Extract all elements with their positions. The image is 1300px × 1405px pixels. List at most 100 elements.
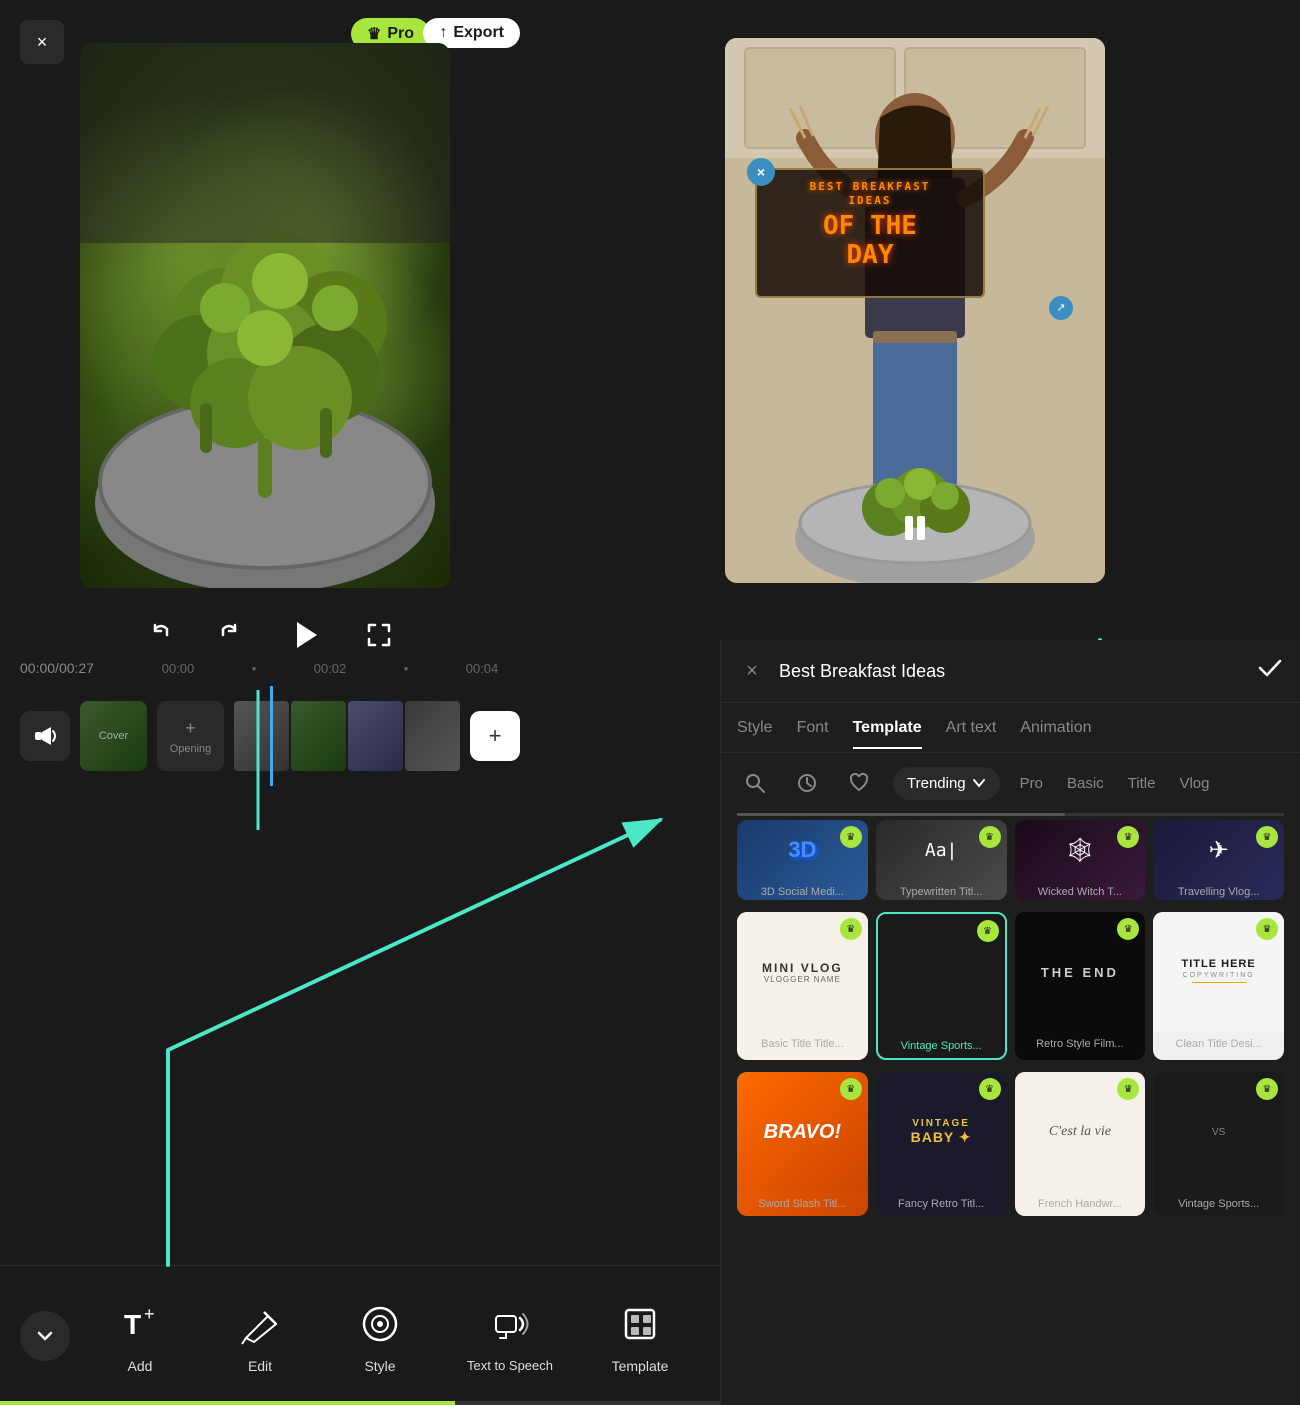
right-video-preview: BEST BREAKFAST IDEAS OF THE DAY × ↗ <box>725 38 1105 583</box>
toolbar-item-add[interactable]: T + Add <box>80 1288 200 1384</box>
tab-template[interactable]: Template <box>853 707 922 749</box>
pause-icon <box>897 510 933 546</box>
template-label: Template <box>612 1358 669 1374</box>
add-clip-button[interactable]: + <box>470 711 520 761</box>
tab-art-text[interactable]: Art text <box>946 707 997 749</box>
pro-filter-tag[interactable]: Pro <box>1016 767 1047 800</box>
tab-animation[interactable]: Animation <box>1020 707 1091 749</box>
toolbar-progress-fill <box>0 1401 455 1405</box>
editor-area: × ♛ Pro ↑ Export <box>0 0 1300 620</box>
template-row-3: BRAVO! ♛ Sword Slash Titl... VINTAGE BAB… <box>721 1068 1300 1224</box>
text-edit-panel: × Style Font Template Art text Animation <box>720 640 1300 1405</box>
add-label: Add <box>128 1358 153 1374</box>
left-video-preview <box>80 43 450 588</box>
panel-search-row: × <box>721 640 1300 703</box>
template-name: Fancy Retro Titl... <box>876 1192 1007 1216</box>
pro-badge-icon: ♛ <box>840 918 862 940</box>
fullscreen-button[interactable] <box>365 621 393 649</box>
opening-clip[interactable]: + Opening <box>157 701 224 771</box>
trending-label: Trending <box>907 775 966 792</box>
delete-overlay-button[interactable]: × <box>747 158 775 186</box>
kitchen-video-content: BEST BREAKFAST IDEAS OF THE DAY × ↗ <box>725 38 1105 583</box>
edit-label: Edit <box>248 1358 272 1374</box>
template-card-vintage-sports2[interactable]: VS ♛ Vintage Sports... <box>1153 1072 1284 1216</box>
pro-badge-icon: ♛ <box>1256 1078 1278 1100</box>
broccoli-svg <box>80 43 450 588</box>
title-filter-tag[interactable]: Title <box>1124 767 1160 800</box>
opening-plus-icon: + <box>185 718 196 739</box>
pause-button[interactable] <box>890 503 940 553</box>
template-name: Vintage Sports... <box>1153 1192 1284 1216</box>
text-to-speech-label: Text to Speech <box>467 1358 553 1373</box>
right-preview-panel: BEST BREAKFAST IDEAS OF THE DAY × ↗ <box>530 0 1300 620</box>
trending-filter-button[interactable]: Trending <box>893 767 1000 800</box>
text-overlay-box[interactable]: BEST BREAKFAST IDEAS OF THE DAY <box>755 168 985 298</box>
recent-filter-button[interactable] <box>789 765 825 801</box>
panel-close-button[interactable]: × <box>737 660 767 683</box>
template-name: Travelling Vlog... <box>1153 880 1284 900</box>
template-card-typewriter[interactable]: Aa| ♛ Typewritten Titl... <box>876 820 1007 900</box>
audio-track-button[interactable] <box>20 711 70 761</box>
kitchen-svg <box>725 38 1105 583</box>
template-card-cest[interactable]: C'est la vie ♛ French Handwr... <box>1015 1072 1146 1216</box>
confirm-button[interactable] <box>1256 654 1284 688</box>
template-card-clean-title[interactable]: TITLE HERE COPYWRITING ♛ Clean Title Des… <box>1153 912 1284 1060</box>
time-markers: 00:00 • 00:02 • 00:04 <box>140 661 520 676</box>
template-card-vlog[interactable]: ✈ ♛ Travelling Vlog... <box>1153 820 1284 900</box>
template-name: Clean Title Desi... <box>1153 1032 1284 1056</box>
template-card-vintage-baby[interactable]: VINTAGE BABY ✦ ♛ Fancy Retro Titl... <box>876 1072 1007 1216</box>
basic-filter-tag[interactable]: Basic <box>1063 767 1108 800</box>
vlog-filter-tag[interactable]: Vlog <box>1175 767 1213 800</box>
search-filter-button[interactable] <box>737 765 773 801</box>
video-frame <box>405 701 460 771</box>
svg-text:T: T <box>124 1309 141 1340</box>
template-card-bravo[interactable]: BRAVO! ♛ Sword Slash Titl... <box>737 1072 868 1216</box>
cover-label: Cover <box>99 730 128 742</box>
template-name: Sword Slash Titl... <box>737 1192 868 1216</box>
template-card-retro-film[interactable]: THE END ♛ Retro Style Film... <box>1015 912 1146 1060</box>
redo-icon <box>215 621 243 649</box>
chevron-down-small-icon <box>972 776 986 790</box>
template-preview-text: ✈ <box>1209 836 1229 865</box>
toolbar-item-template[interactable]: Template <box>580 1288 700 1384</box>
template-name: Typewritten Titl... <box>876 880 1007 900</box>
text-search-input[interactable] <box>779 661 1244 682</box>
edit-icon <box>234 1298 286 1350</box>
tab-font[interactable]: Font <box>797 707 829 749</box>
template-card-vintage-sports[interactable]: ♛ Vintage Sports... <box>876 912 1007 1060</box>
template-card-3d-social[interactable]: 3D ♛ 3D Social Medi... <box>737 820 868 900</box>
template-preview-text: VS <box>1212 1127 1225 1138</box>
template-row-2: MINI VLOG VLOGGER NAME ♛ Basic Title Tit… <box>721 908 1300 1068</box>
redo-button[interactable] <box>215 621 243 649</box>
favorites-filter-button[interactable] <box>841 765 877 801</box>
cover-clip[interactable]: Cover <box>80 701 147 771</box>
toolbar-item-text-to-speech[interactable]: Text to Speech <box>440 1288 580 1383</box>
template-card-minivlog[interactable]: MINI VLOG VLOGGER NAME ♛ Basic Title Tit… <box>737 912 868 1060</box>
template-name: Basic Title Title... <box>737 1032 868 1056</box>
close-editor-button[interactable]: × <box>20 20 64 64</box>
resize-handle[interactable]: ↗ <box>1049 296 1073 320</box>
pro-badge-icon: ♛ <box>840 826 862 848</box>
overlay-text-main: OF THE DAY <box>767 212 973 269</box>
toolbar-item-style[interactable]: Style <box>320 1288 440 1384</box>
toolbar-chevron-button[interactable] <box>20 1311 70 1361</box>
template-card-witch[interactable]: 🕸 ♛ Wicked Witch T... <box>1015 820 1146 900</box>
template-name: Retro Style Film... <box>1015 1032 1146 1056</box>
template-row-top: 3D ♛ 3D Social Medi... Aa| ♛ Typewritten… <box>721 816 1300 908</box>
undo-button[interactable] <box>147 621 175 649</box>
toolbar-item-edit[interactable]: Edit <box>200 1288 320 1384</box>
template-preview-text: MINI VLOG VLOGGER NAME <box>762 961 843 984</box>
add-clip-icon: + <box>489 723 502 749</box>
overlay-text-top: BEST BREAKFAST IDEAS <box>767 180 973 209</box>
template-icon <box>614 1298 666 1350</box>
template-preview-text: TITLE HERE COPYWRITING <box>1182 958 1256 986</box>
volume-icon <box>31 722 59 750</box>
template-preview-text: C'est la vie <box>1049 1124 1111 1140</box>
time-marker: 00:02 <box>292 661 368 676</box>
broccoli-video-content <box>80 43 450 588</box>
template-name: Wicked Witch T... <box>1015 880 1146 900</box>
tab-style[interactable]: Style <box>737 707 773 749</box>
checkmark-icon <box>1256 654 1284 682</box>
template-preview-text: 3D <box>788 837 816 863</box>
time-marker: • <box>216 661 292 676</box>
